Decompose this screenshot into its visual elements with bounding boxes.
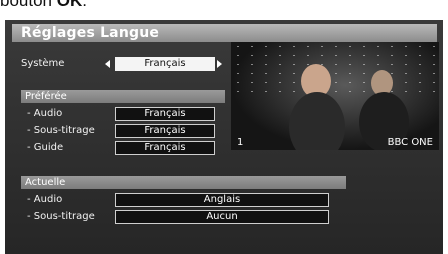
ok-keyword: OK bbox=[56, 0, 83, 10]
tv-preview: 1 BBC ONE bbox=[231, 42, 439, 150]
channel-number: 1 bbox=[237, 137, 244, 148]
language-settings-screen: Réglages Langue Système Français Préféré… bbox=[5, 20, 443, 254]
menu-title: Réglages Langue bbox=[21, 25, 160, 41]
preferred-subtitle-label: - Sous-titrage bbox=[27, 125, 95, 136]
preferred-audio-label: - Audio bbox=[27, 108, 63, 119]
current-audio-field: Anglais bbox=[115, 193, 329, 207]
preferred-guide-field[interactable]: Français bbox=[115, 141, 215, 155]
left-arrow-icon[interactable] bbox=[105, 60, 110, 68]
presenter-body bbox=[289, 92, 345, 150]
preferred-guide-label: - Guide bbox=[27, 142, 64, 153]
system-label: Système bbox=[21, 58, 65, 69]
document-text: bouton OK. bbox=[0, 0, 87, 11]
system-language-select[interactable]: Français bbox=[115, 57, 215, 71]
current-audio-label: - Audio bbox=[27, 194, 63, 205]
preferred-audio-field[interactable]: Français bbox=[115, 107, 215, 121]
preferred-section-header: Préférée bbox=[21, 90, 225, 103]
current-section-header: Actuelle bbox=[21, 176, 346, 189]
right-arrow-icon[interactable] bbox=[217, 60, 222, 68]
channel-name: BBC ONE bbox=[387, 137, 433, 148]
preview-background-lights bbox=[231, 42, 439, 96]
current-subtitle-label: - Sous-titrage bbox=[27, 211, 95, 222]
document-text-suffix: . bbox=[82, 0, 87, 10]
document-text-prefix: bouton bbox=[0, 0, 57, 10]
title-bar: Réglages Langue bbox=[12, 24, 437, 42]
current-subtitle-field: Aucun bbox=[115, 210, 329, 224]
preferred-subtitle-field[interactable]: Français bbox=[115, 124, 215, 138]
